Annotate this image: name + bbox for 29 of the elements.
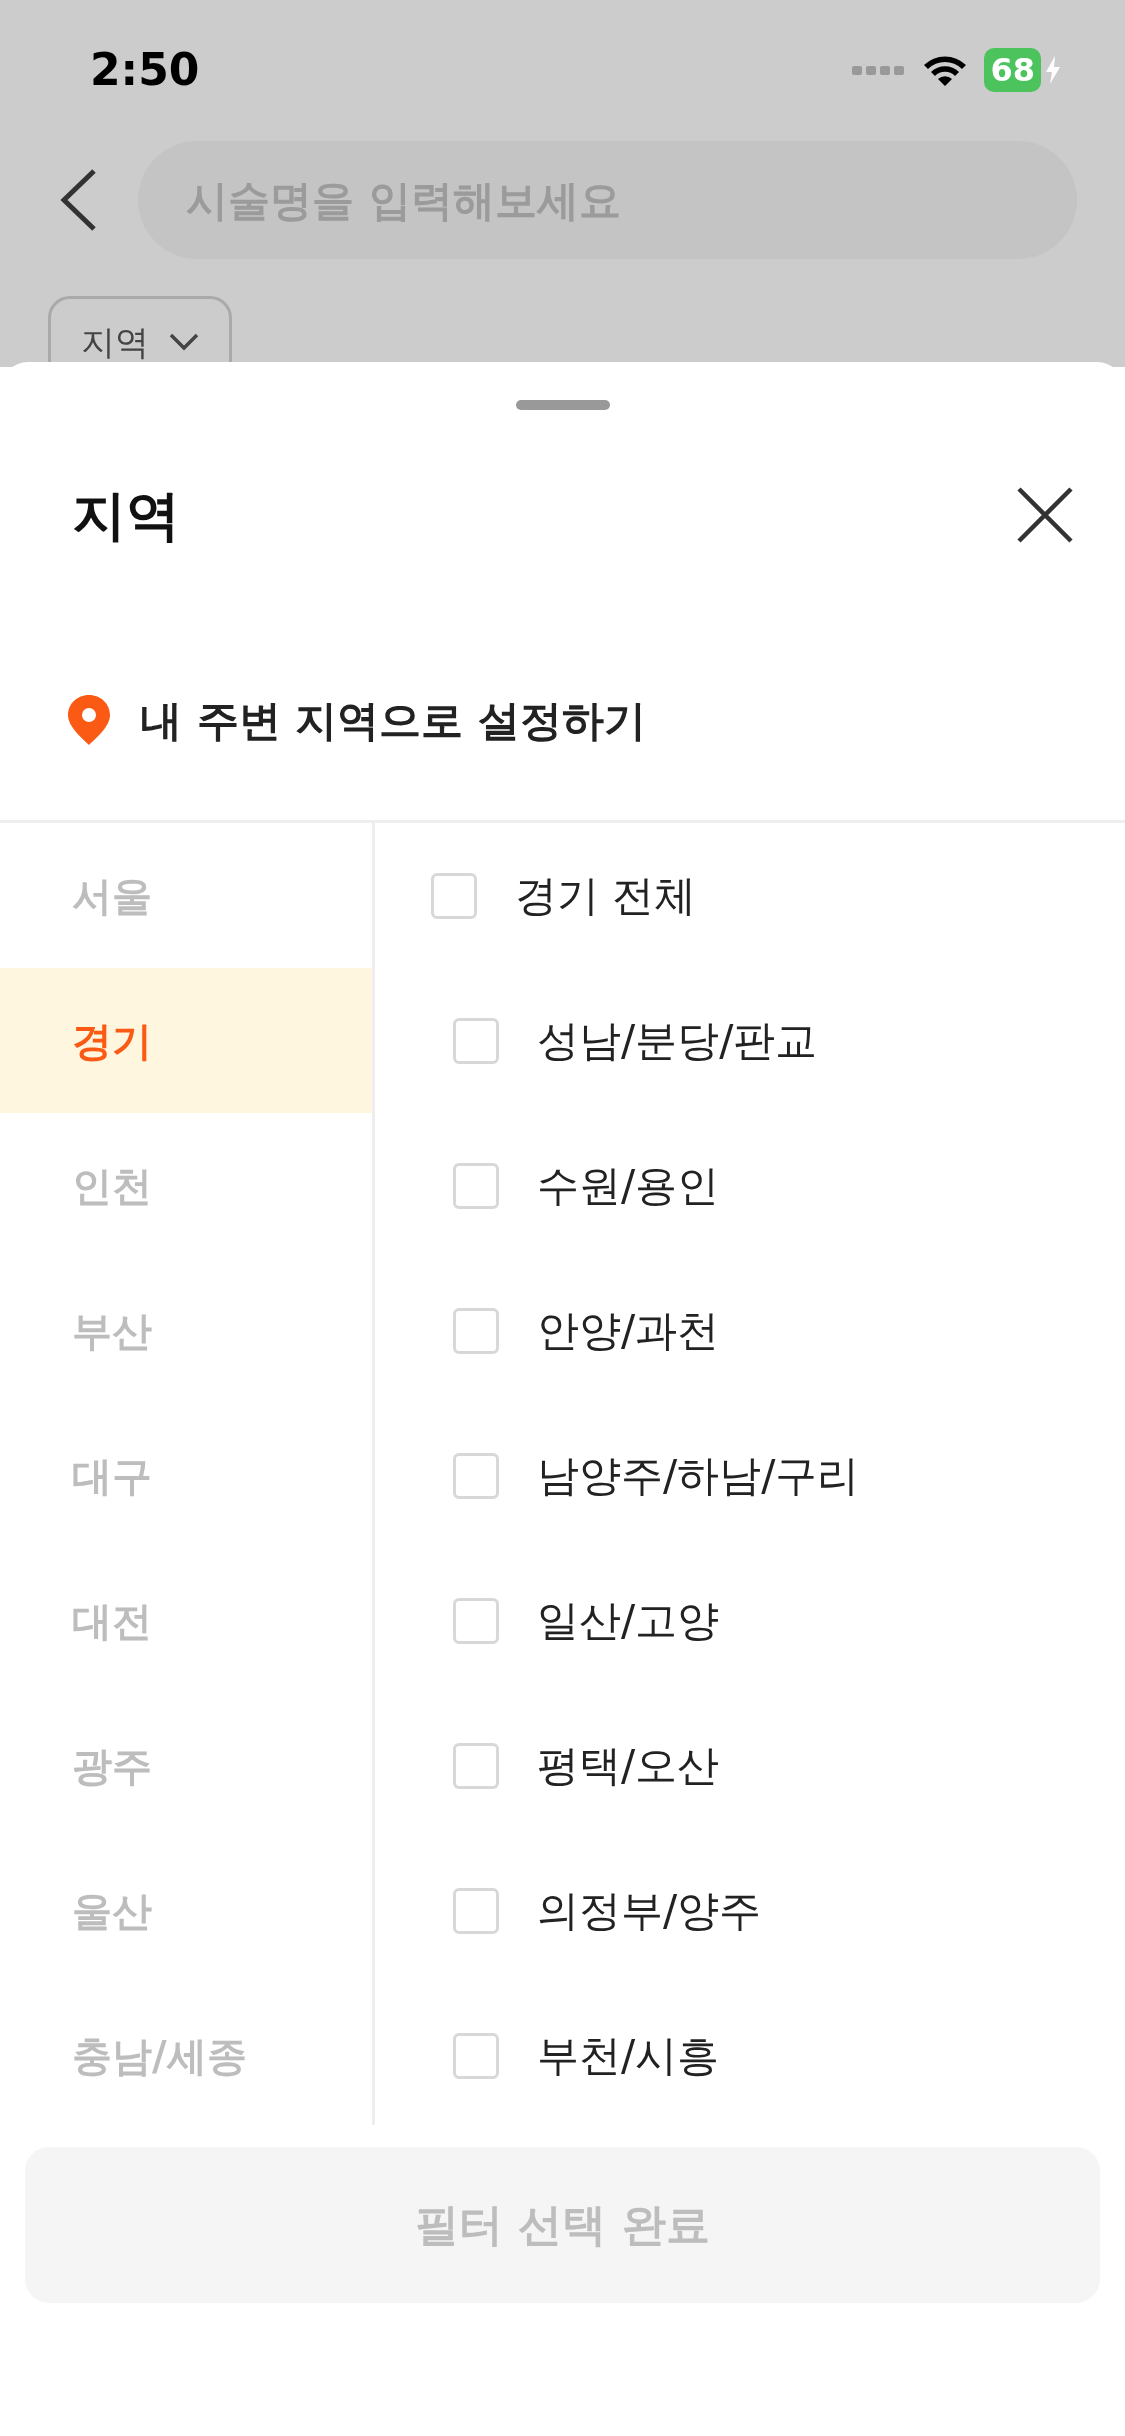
sheet-title: 지역	[72, 482, 180, 549]
district-label[interactable]: 평택/오산	[537, 1734, 720, 1797]
close-icon[interactable]	[1017, 487, 1073, 543]
location-pin-icon	[68, 695, 110, 745]
district-label[interactable]: 의정부/양주	[537, 1879, 762, 1942]
checkbox[interactable]	[453, 1162, 499, 1209]
district-label[interactable]: 성남/분당/판교	[537, 1009, 818, 1072]
checkbox[interactable]	[453, 2032, 499, 2079]
district-label[interactable]: 남양주/하남/구리	[537, 1444, 860, 1507]
checkbox[interactable]	[453, 1452, 499, 1499]
checkbox[interactable]	[453, 1017, 499, 1064]
checkbox[interactable]	[453, 1742, 499, 1789]
wifi-icon	[922, 53, 969, 87]
checkbox[interactable]	[431, 872, 477, 919]
chevron-down-icon	[169, 333, 199, 351]
battery-level: 68	[984, 48, 1041, 92]
signal-icon	[852, 64, 907, 76]
status-time: 2:50	[90, 43, 200, 97]
district-label[interactable]: 수원/용인	[537, 1154, 720, 1217]
checkbox[interactable]	[453, 1597, 499, 1644]
district-label[interactable]: 안양/과천	[537, 1299, 720, 1362]
nearby-region-link[interactable]: 내 주변 지역으로 설정하기	[140, 688, 646, 752]
back-icon[interactable]	[58, 168, 98, 232]
checkbox[interactable]	[453, 1307, 499, 1354]
checkbox[interactable]	[453, 1887, 499, 1934]
district-label[interactable]: 경기 전체	[515, 864, 697, 927]
district-label[interactable]: 부천/시흥	[537, 2024, 720, 2087]
sheet-handle[interactable]	[515, 400, 610, 410]
district-label[interactable]: 일산/고양	[537, 1589, 720, 1652]
